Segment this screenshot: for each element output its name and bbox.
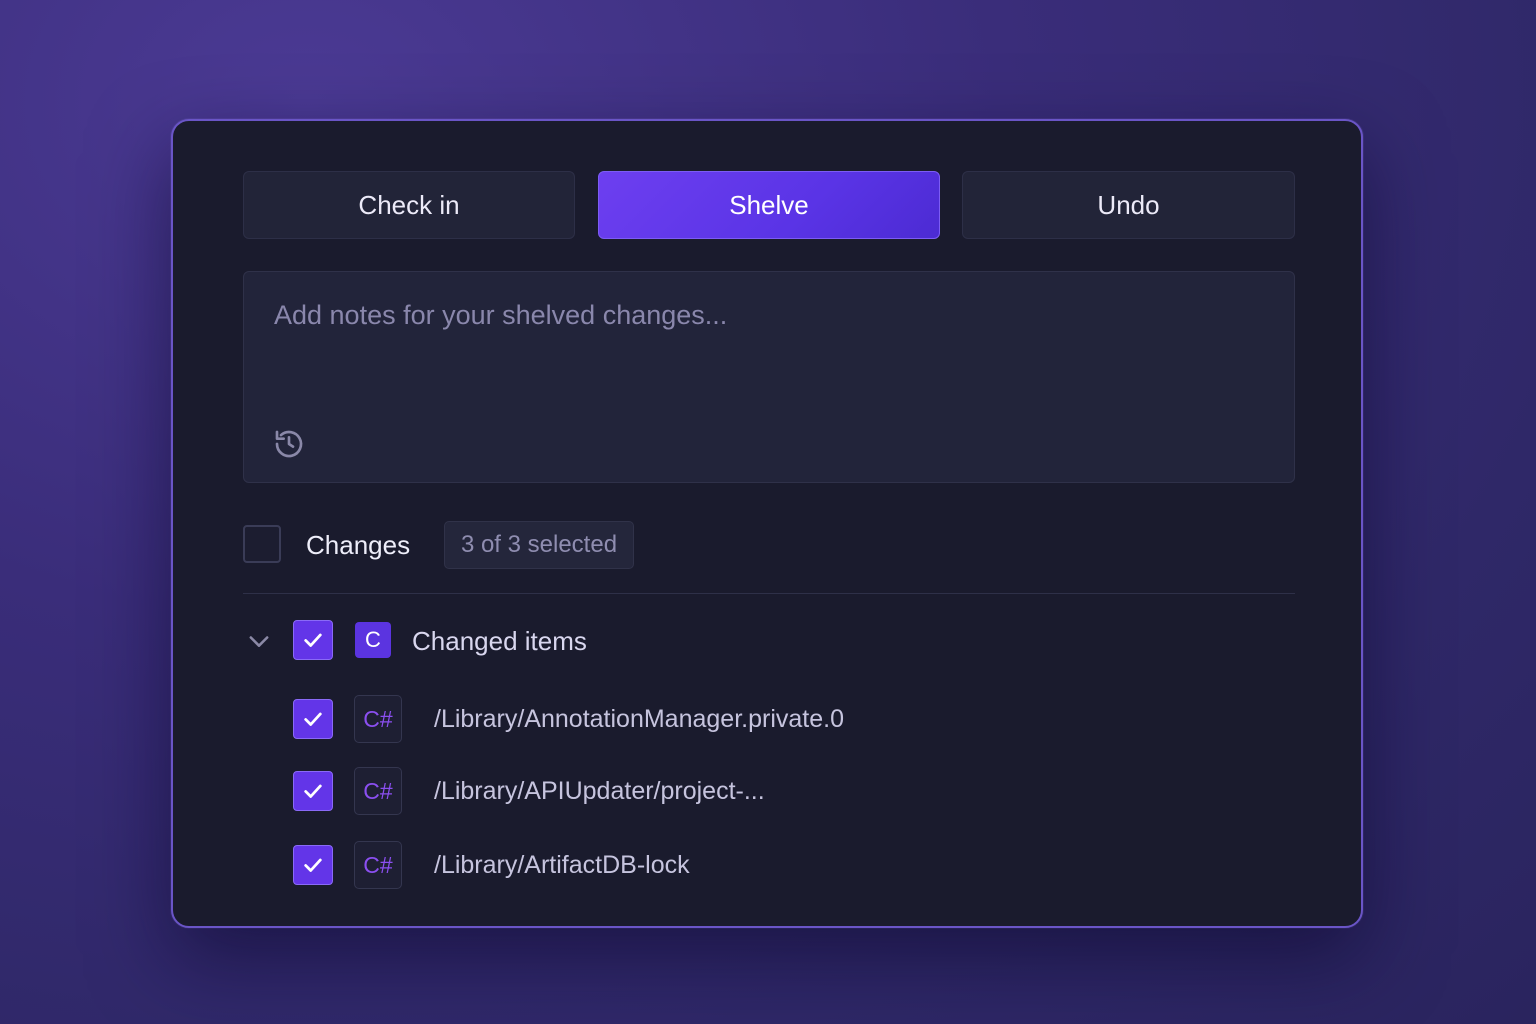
file-path: /Library/APIUpdater/project-... bbox=[434, 777, 765, 805]
file-checkbox[interactable] bbox=[293, 699, 333, 739]
checkmark-icon bbox=[304, 712, 322, 726]
file-checkbox[interactable] bbox=[293, 845, 333, 885]
file-path: /Library/AnnotationManager.private.0 bbox=[434, 705, 844, 733]
shelve-panel: Check in Shelve Undo Changes 3 of 3 sele… bbox=[171, 119, 1363, 928]
check-in-button[interactable]: Check in bbox=[243, 171, 575, 239]
group-checkbox[interactable] bbox=[293, 620, 333, 660]
notes-input[interactable] bbox=[244, 272, 1294, 412]
changes-label: Changes bbox=[306, 530, 411, 560]
changes-header: Changes 3 of 3 selected bbox=[243, 521, 1295, 571]
csharp-file-icon: C# bbox=[354, 841, 402, 889]
select-all-checkbox[interactable] bbox=[243, 525, 281, 563]
file-checkbox[interactable] bbox=[293, 771, 333, 811]
checkmark-icon bbox=[304, 784, 322, 798]
notes-box bbox=[243, 271, 1295, 483]
chevron-down-icon[interactable] bbox=[245, 627, 273, 655]
checkmark-icon bbox=[304, 858, 322, 872]
history-icon[interactable] bbox=[273, 428, 305, 460]
selection-count-badge: 3 of 3 selected bbox=[444, 521, 634, 569]
group-label: Changed items bbox=[412, 626, 587, 656]
csharp-file-icon: C# bbox=[354, 695, 402, 743]
csharp-file-icon: C# bbox=[354, 767, 402, 815]
file-row[interactable]: C# /Library/ArtifactDB-lock bbox=[293, 841, 1193, 889]
file-row[interactable]: C# /Library/APIUpdater/project-... bbox=[293, 767, 1193, 815]
shelve-button[interactable]: Shelve bbox=[598, 171, 940, 239]
file-row[interactable]: C# /Library/AnnotationManager.private.0 bbox=[293, 695, 1193, 743]
divider bbox=[243, 593, 1295, 594]
undo-button[interactable]: Undo bbox=[962, 171, 1295, 239]
file-path: /Library/ArtifactDB-lock bbox=[434, 851, 690, 879]
checkmark-icon bbox=[304, 633, 322, 647]
group-type-badge: C bbox=[355, 622, 391, 658]
